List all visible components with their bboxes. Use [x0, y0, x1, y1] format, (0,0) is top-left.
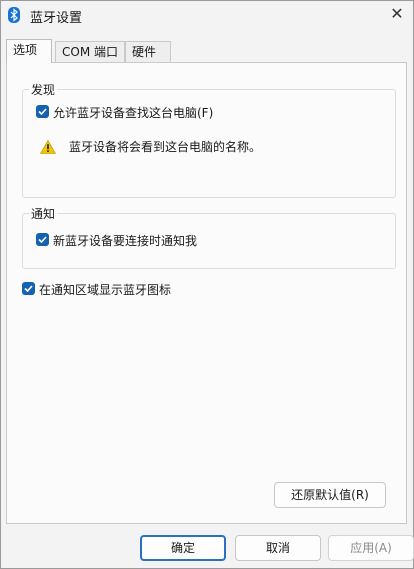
checkmark-icon [24, 285, 33, 293]
cancel-button[interactable]: 取消 [235, 535, 321, 561]
tab-options[interactable]: 选项 [6, 39, 52, 63]
notify-new-device-label[interactable]: 新蓝牙设备要连接时通知我 [53, 232, 197, 249]
warning-triangle-icon [40, 140, 56, 154]
show-tray-icon-label[interactable]: 在通知区域显示蓝牙图标 [39, 281, 171, 298]
bluetooth-icon [8, 7, 20, 23]
ok-button[interactable]: 确定 [140, 535, 226, 561]
window-title: 蓝牙设置 [30, 11, 83, 26]
allow-discovery-checkbox[interactable] [36, 105, 49, 118]
tab-hardware[interactable]: 硬件 [125, 41, 171, 63]
checkmark-icon [38, 236, 47, 244]
restore-defaults-button[interactable]: 还原默认值(R) [274, 482, 386, 508]
apply-button[interactable]: 应用(A) [328, 535, 414, 561]
tab-com-ports[interactable]: COM 端口 [55, 41, 125, 63]
discovery-warning-text: 蓝牙设备将会看到这台电脑的名称。 [69, 140, 262, 154]
title-bar: 蓝牙设置 ✕ [1, 1, 413, 31]
close-icon[interactable]: ✕ [385, 4, 409, 24]
notify-new-device-checkbox[interactable] [36, 233, 49, 246]
checkmark-icon [38, 108, 47, 116]
discovery-legend: 发现 [29, 81, 58, 98]
bluetooth-settings-dialog: 蓝牙设置 ✕ 选项 COM 端口 硬件 发现 允许蓝牙设备查找这台电脑(F) 蓝… [0, 0, 414, 569]
allow-discovery-label[interactable]: 允许蓝牙设备查找这台电脑(F) [53, 104, 213, 121]
show-tray-icon-checkbox[interactable] [22, 282, 35, 295]
notifications-legend: 通知 [29, 205, 58, 222]
